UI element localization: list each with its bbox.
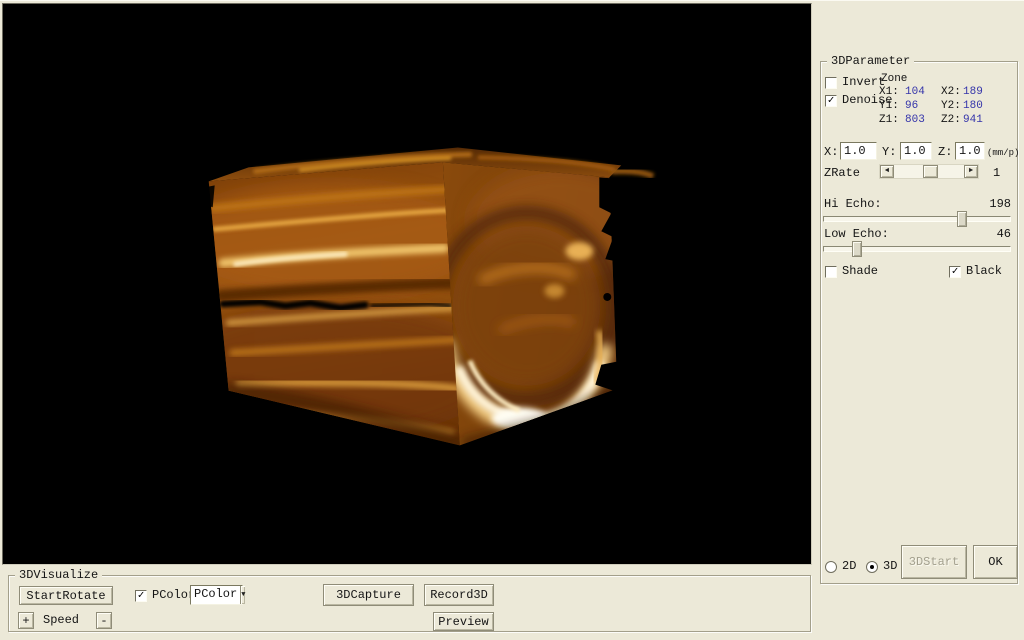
volume-render-3d[interactable]: [3, 4, 811, 564]
zone-y1-label: Y1:: [879, 99, 905, 113]
black-label: Black: [966, 265, 1002, 278]
scale-z-input[interactable]: [955, 142, 985, 160]
shade-label: Shade: [842, 265, 878, 278]
low-echo-label: Low Echo:: [824, 228, 889, 241]
pcolor-select-value: PColor: [191, 586, 240, 604]
app-window: 3DParameter Invert ✓ Denoise Zone X1: 10…: [0, 0, 1024, 640]
scale-x-input[interactable]: [840, 142, 877, 160]
zrate-scrollbar-thumb[interactable]: [923, 165, 938, 178]
zone-x2-label: X2:: [941, 85, 963, 99]
hi-echo-slider-track[interactable]: [823, 216, 1011, 222]
zrate-scroll-right-icon[interactable]: ►: [964, 165, 978, 178]
speed-plus-button[interactable]: +: [18, 612, 34, 629]
volume-viewport[interactable]: [2, 3, 812, 565]
pcolor-dropdown-arrow-icon[interactable]: ▼: [240, 586, 245, 604]
speed-label: Speed: [43, 614, 79, 627]
zrate-value: 1: [993, 167, 1000, 180]
black-checkbox[interactable]: ✓: [949, 266, 961, 278]
3dstart-button[interactable]: 3DStart: [901, 545, 967, 579]
3dcapture-button[interactable]: 3DCapture: [323, 584, 414, 606]
scale-y-label: Y:: [882, 146, 896, 159]
record3d-button[interactable]: Record3D: [424, 584, 494, 606]
visualize-groupbox: 3DVisualize StartRotate + Speed - ✓ PCol…: [8, 575, 811, 632]
mode-2d-label: 2D: [842, 560, 856, 573]
scale-y-input[interactable]: [900, 142, 932, 160]
parameter-groupbox: 3DParameter Invert ✓ Denoise Zone X1: 10…: [820, 61, 1018, 584]
low-echo-slider[interactable]: [823, 241, 1011, 257]
low-echo-value: 46: [997, 228, 1011, 241]
hi-echo-value: 198: [989, 198, 1011, 211]
ok-button[interactable]: OK: [973, 545, 1018, 579]
zone-x1-label: X1:: [879, 85, 905, 99]
zrate-label: ZRate: [824, 167, 860, 180]
preview-button[interactable]: Preview: [433, 612, 494, 631]
zone-z2-label: Z2:: [941, 113, 963, 127]
visualize-group-title: 3DVisualize: [15, 568, 102, 582]
shade-checkbox[interactable]: [825, 266, 837, 278]
pcolor-checkbox[interactable]: ✓: [135, 590, 147, 602]
scale-z-label: Z:: [938, 146, 952, 159]
low-echo-slider-thumb[interactable]: [852, 241, 862, 257]
mode-3d-radio[interactable]: [866, 561, 878, 573]
start-rotate-button[interactable]: StartRotate: [19, 586, 113, 605]
hi-echo-slider-thumb[interactable]: [957, 211, 967, 227]
zone-z1-value: 803: [905, 113, 941, 127]
zrate-scroll-left-icon[interactable]: ◄: [880, 165, 894, 178]
pcolor-select[interactable]: PColor ▼: [190, 585, 243, 605]
zone-z1-label: Z1:: [879, 113, 905, 127]
scale-unit-label: (mm/p): [987, 147, 1019, 160]
zone-y2-label: Y2:: [941, 99, 963, 113]
zone-x1-value: 104: [905, 85, 941, 99]
hi-echo-slider[interactable]: [823, 211, 1011, 227]
zone-y2-value: 180: [963, 99, 1009, 113]
zone-z2-value: 941: [963, 113, 1009, 127]
pcolor-label: PColor: [152, 589, 195, 602]
zone-y1-value: 96: [905, 99, 941, 113]
denoise-checkbox[interactable]: ✓: [825, 95, 837, 107]
mode-3d-label: 3D: [883, 560, 897, 573]
parameter-panel: 3DParameter Invert ✓ Denoise Zone X1: 10…: [812, 1, 1024, 640]
hi-echo-label: Hi Echo:: [824, 198, 882, 211]
zrate-scrollbar[interactable]: ◄ ►: [879, 164, 979, 179]
parameter-group-title: 3DParameter: [827, 54, 914, 68]
speed-minus-button[interactable]: -: [96, 612, 112, 629]
invert-checkbox[interactable]: [825, 77, 837, 89]
zone-values: X1: 104 X2: 189 Y1: 96 Y2: 180 Z1: 803 Z…: [879, 85, 1009, 127]
zone-x2-value: 189: [963, 85, 1009, 99]
mode-3d-radio-dot: [870, 565, 874, 569]
mode-2d-radio[interactable]: [825, 561, 837, 573]
scale-x-label: X:: [824, 146, 838, 159]
